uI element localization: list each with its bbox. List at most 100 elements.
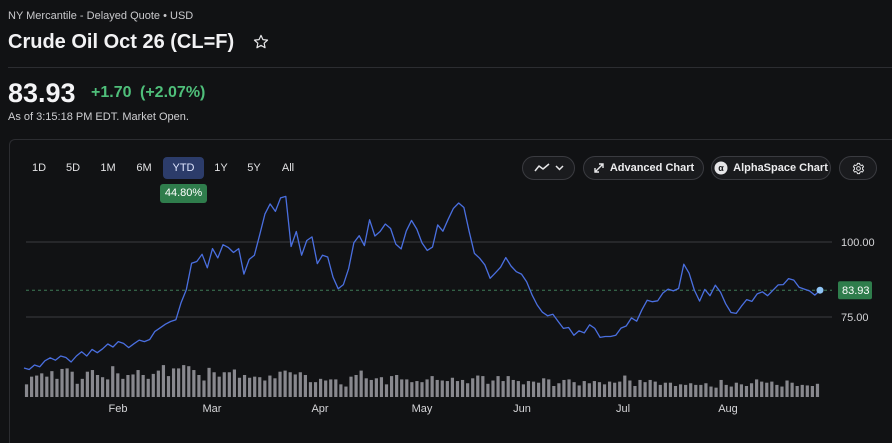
x-tick-label: Jun — [513, 403, 531, 415]
x-tick-label: Jul — [616, 403, 630, 415]
volume-bar — [562, 379, 566, 397]
volume-bar — [613, 382, 617, 397]
volume-bar — [709, 386, 713, 397]
volume-bar — [577, 385, 581, 397]
volume-bar — [815, 383, 820, 397]
x-tick-label: May — [412, 403, 433, 415]
volume-bar — [557, 383, 561, 397]
volume-bar — [572, 382, 576, 397]
volume-bar — [496, 376, 500, 397]
volume-bar — [425, 379, 429, 397]
volume-bar — [471, 378, 475, 397]
volume-bar — [450, 377, 455, 397]
volume-bar — [24, 384, 29, 397]
volume-bar — [40, 373, 44, 397]
volume-bar — [278, 371, 282, 397]
volume-bar — [227, 372, 231, 397]
volume-bar — [684, 384, 688, 397]
volume-bar — [308, 382, 313, 397]
volume-bar — [374, 378, 378, 397]
volume-bar — [455, 381, 460, 397]
volume-bar — [156, 370, 160, 397]
volume-bar — [50, 371, 54, 397]
volume-bar — [653, 381, 657, 397]
volume-bar — [648, 379, 652, 397]
volume-bar — [506, 376, 510, 397]
volume-bar — [207, 367, 211, 397]
volume-bar — [491, 380, 495, 397]
volume-bar — [212, 372, 216, 397]
volume-bar — [537, 382, 541, 397]
x-tick-label: Feb — [109, 403, 128, 415]
volume-bar — [405, 379, 409, 397]
volume-bar — [481, 376, 485, 397]
volume-bar — [547, 379, 551, 397]
volume-bar — [70, 371, 74, 397]
volume-bar — [668, 382, 673, 397]
volume-bar — [35, 375, 39, 397]
volume-bar — [658, 384, 662, 397]
volume-bar — [334, 379, 338, 397]
volume-bar — [303, 375, 307, 397]
volume-bar — [65, 368, 69, 397]
volume-bar — [526, 381, 531, 397]
volume-bar — [329, 379, 333, 397]
volume-bar — [141, 375, 145, 397]
volume-bar — [389, 376, 394, 397]
volume-bar — [755, 379, 759, 397]
volume-bar — [567, 379, 571, 397]
volume-bar — [258, 377, 262, 397]
current-price-dot — [816, 286, 824, 294]
x-tick-label: Aug — [718, 403, 738, 415]
volume-bar — [161, 365, 166, 397]
volume-bar — [288, 372, 292, 397]
volume-bar — [704, 383, 708, 397]
volume-bar — [75, 383, 79, 397]
volume-bar — [749, 383, 754, 397]
volume-bar — [810, 386, 814, 397]
volume-bar — [202, 380, 206, 397]
volume-bar — [795, 386, 799, 397]
volume-bar — [313, 382, 318, 397]
volume-bar — [729, 386, 733, 397]
volume-bar — [780, 386, 784, 397]
volume-bar — [359, 370, 363, 397]
volume-bar — [166, 376, 171, 397]
volume-bar — [116, 373, 120, 397]
price-chart[interactable]: 75.00 100.00 83.93 Feb Mar Apr May Jun Jul Aug — [0, 0, 892, 442]
volume-bar — [293, 374, 297, 397]
volume-bar — [242, 375, 247, 397]
volume-bar — [420, 382, 424, 397]
volume-bar — [628, 380, 632, 397]
volume-bar — [248, 377, 252, 397]
volume-bar — [268, 375, 272, 397]
volume-bar — [237, 377, 242, 397]
volume-bar — [744, 386, 749, 397]
volume-bar — [177, 368, 181, 397]
volume-bar — [597, 382, 602, 397]
volume-bar — [253, 376, 257, 397]
volume-bar — [400, 379, 404, 397]
volume-bar — [100, 377, 105, 397]
volume-bar — [775, 384, 779, 397]
volume-bar — [126, 375, 130, 397]
volume-bar — [30, 376, 34, 397]
volume-bar — [106, 379, 110, 397]
volume-bar — [714, 387, 718, 397]
volume-bar — [379, 377, 384, 397]
volume-bar — [192, 370, 196, 397]
volume-bar — [638, 379, 642, 397]
volume-bar — [171, 368, 176, 397]
volume-bar — [734, 382, 738, 397]
volume-bar — [719, 379, 723, 397]
volume-bar — [476, 375, 480, 397]
volume-bar — [673, 386, 678, 397]
volume-bar — [318, 378, 323, 397]
volume-bar — [85, 371, 89, 397]
volume-bar — [136, 370, 140, 397]
volume-bar — [445, 381, 449, 397]
y-tick-label: 75.00 — [841, 312, 869, 324]
volume-bar — [440, 380, 444, 397]
volume-bar — [55, 378, 59, 397]
volume-bar — [232, 369, 237, 397]
